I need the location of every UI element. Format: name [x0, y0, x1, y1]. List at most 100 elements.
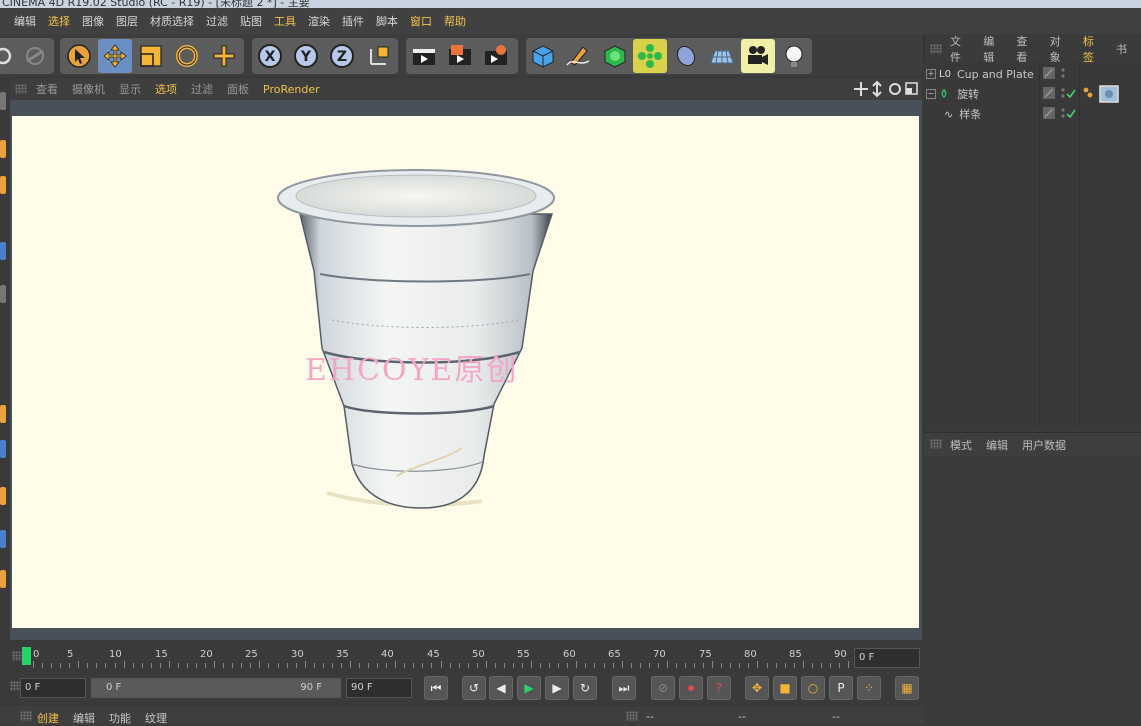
collapse-icon[interactable]: −	[926, 89, 936, 99]
enabled-check-icon[interactable]	[1066, 89, 1076, 99]
timeline-playhead[interactable]	[22, 647, 31, 665]
objects-menu-file[interactable]: 文件	[950, 33, 969, 65]
coords-grip-icon[interactable]	[626, 711, 638, 721]
menu-image[interactable]: 图像	[82, 13, 104, 29]
render-view-icon[interactable]	[407, 39, 441, 73]
object-row-lathe[interactable]: − ⚱ 旋转	[926, 84, 1038, 104]
objects-menu-bookmarks[interactable]: 书	[1116, 41, 1127, 57]
play-icon[interactable]: ▶	[517, 676, 541, 700]
mode-icon-3[interactable]	[0, 176, 6, 194]
object-row-cup-and-plate[interactable]: + L0 Cup and Plate	[926, 64, 1038, 84]
key-scale-icon[interactable]: ■	[773, 676, 797, 700]
objects-menu-tags[interactable]: 标签	[1083, 33, 1102, 65]
viewport-menu-view[interactable]: 查看	[36, 81, 58, 97]
render-settings-icon[interactable]	[479, 39, 513, 73]
coord-field-1[interactable]: --	[646, 710, 654, 723]
viewport-menu-prorender[interactable]: ProRender	[263, 83, 320, 96]
camera-icon[interactable]	[741, 39, 775, 73]
visibility-dots-icon[interactable]	[1061, 68, 1065, 78]
light-icon[interactable]	[777, 39, 811, 73]
menu-tools[interactable]: 工具	[274, 13, 296, 29]
coord-field-2[interactable]: --	[738, 710, 746, 723]
material-grip-icon[interactable]	[20, 711, 32, 721]
maximize-view-icon[interactable]	[905, 82, 918, 95]
mode-icon-1[interactable]	[0, 92, 6, 110]
tab-create[interactable]: 创建	[37, 710, 59, 726]
mode-icon-10[interactable]	[0, 570, 6, 588]
mode-icon-9[interactable]	[0, 530, 6, 548]
menu-help[interactable]: 帮助	[444, 13, 466, 29]
attributes-menu-user-data[interactable]: 用户数据	[1022, 437, 1066, 453]
deformer-icon[interactable]	[669, 39, 703, 73]
menu-render[interactable]: 渲染	[308, 13, 330, 29]
floor-icon[interactable]	[705, 39, 739, 73]
rotate-icon[interactable]	[170, 39, 204, 73]
tab-texture[interactable]: 纹理	[145, 710, 167, 726]
menu-select[interactable]: 选择	[48, 13, 70, 29]
objects-menu-edit[interactable]: 编辑	[983, 33, 1002, 65]
tab-edit[interactable]: 编辑	[73, 710, 95, 726]
goto-start-icon[interactable]: ⏮	[424, 676, 448, 700]
key-move-icon[interactable]: ✥	[745, 676, 769, 700]
start-frame-field[interactable]: 0 F	[20, 678, 86, 698]
viewport-menu-options[interactable]: 选项	[155, 81, 177, 97]
menu-texture[interactable]: 贴图	[240, 13, 262, 29]
coordinate-system-icon[interactable]	[362, 39, 396, 73]
viewport-menu-filter[interactable]: 过滤	[191, 81, 213, 97]
objects-menu-view[interactable]: 查看	[1016, 33, 1035, 65]
attributes-menu-mode[interactable]: 模式	[950, 437, 972, 453]
timeline-window-icon[interactable]: ▦	[895, 676, 919, 700]
mode-icon-6[interactable]	[0, 405, 6, 423]
tab-function[interactable]: 功能	[109, 710, 131, 726]
menu-edit[interactable]: 编辑	[14, 13, 36, 29]
move-icon[interactable]	[98, 39, 132, 73]
scale-icon[interactable]	[134, 39, 168, 73]
mode-icon-8[interactable]	[0, 487, 6, 505]
menu-filter[interactable]: 过滤	[206, 13, 228, 29]
key-points-icon[interactable]: ⁘	[857, 676, 881, 700]
next-frame-icon[interactable]: ▶	[545, 676, 569, 700]
viewport-menu-display[interactable]: 显示	[119, 81, 141, 97]
axis-y-icon[interactable]: Y	[289, 39, 323, 73]
menu-material-select[interactable]: 材质选择	[150, 13, 194, 29]
orbit-icon[interactable]	[889, 83, 901, 95]
layer-icon[interactable]	[1043, 87, 1055, 99]
zoom-icon[interactable]	[872, 80, 882, 98]
mode-icon-4[interactable]	[0, 242, 6, 260]
key-param-icon[interactable]: P	[829, 676, 853, 700]
pen-icon[interactable]	[561, 39, 595, 73]
goto-end-icon[interactable]: ⏭	[612, 676, 636, 700]
enabled-check-icon[interactable]	[1066, 109, 1076, 119]
redo-icon[interactable]	[18, 39, 52, 73]
visibility-dots-icon[interactable]	[1061, 88, 1065, 98]
end-frame-field[interactable]: 90 F	[346, 678, 412, 698]
objects-menu-objects[interactable]: 对象	[1050, 33, 1069, 65]
key-rotate-icon[interactable]: ○	[801, 676, 825, 700]
object-row-spline[interactable]: ∿ 样条	[926, 104, 1038, 124]
material-tag-icon[interactable]	[1099, 85, 1119, 103]
pan-icon[interactable]	[854, 82, 868, 96]
undo-icon[interactable]	[0, 39, 20, 73]
attributes-grip-icon[interactable]	[930, 439, 942, 449]
render-picture-viewer-icon[interactable]	[443, 39, 477, 73]
keyframe-help-icon[interactable]: ?	[707, 676, 731, 700]
coord-field-3[interactable]: --	[832, 710, 840, 723]
autokey-icon[interactable]: ⏺	[679, 676, 703, 700]
axis-z-icon[interactable]: Z	[325, 39, 359, 73]
frame-range-slider[interactable]: 0 F 90 F	[91, 678, 341, 698]
attributes-menu-edit[interactable]: 编辑	[986, 437, 1008, 453]
prev-key-icon[interactable]: ↺	[462, 676, 486, 700]
select-arrow-icon[interactable]	[62, 39, 96, 73]
menu-script[interactable]: 脚本	[376, 13, 398, 29]
viewport-menu-cameras[interactable]: 摄像机	[72, 81, 105, 97]
expand-icon[interactable]: +	[926, 69, 936, 79]
menu-layer[interactable]: 图层	[116, 13, 138, 29]
viewport-menu-panel[interactable]: 面板	[227, 81, 249, 97]
record-disabled-icon[interactable]: ⊘	[651, 676, 675, 700]
add-icon[interactable]	[207, 39, 241, 73]
current-frame-field[interactable]: 0 F	[854, 648, 920, 668]
layer-icon[interactable]	[1043, 107, 1055, 119]
mode-icon-5[interactable]	[0, 285, 6, 303]
visibility-dots-icon[interactable]	[1061, 108, 1065, 118]
cube-icon[interactable]	[526, 39, 560, 73]
